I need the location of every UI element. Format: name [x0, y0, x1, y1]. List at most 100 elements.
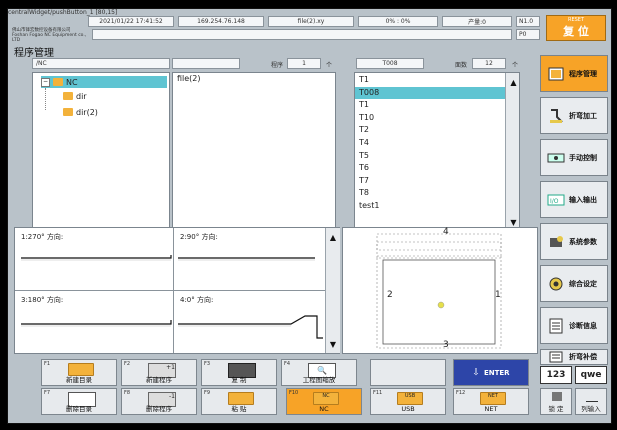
- sidebar-item-io[interactable]: I/O 输入输出: [540, 181, 608, 218]
- alpha-keyboard-button[interactable]: qwe: [575, 366, 607, 384]
- io-icon: I/O: [546, 191, 566, 209]
- blank-key[interactable]: [370, 359, 446, 386]
- f12-net-button[interactable]: F12 NET NET: [453, 388, 529, 415]
- tool-list-scrollbar[interactable]: ▲ ▼: [505, 73, 519, 231]
- enter-icon: ⇩: [472, 367, 480, 378]
- fkey-caption: 删除程序: [146, 405, 172, 413]
- side-label-left: 2: [387, 290, 393, 300]
- f10-nc-button[interactable]: F10 NC NC: [286, 388, 362, 415]
- sidebar-item-label: 折弯补偿: [569, 353, 597, 361]
- bend-profile-graphics: [21, 255, 323, 339]
- part-drawing: [376, 233, 502, 349]
- fkey-label: F3: [204, 361, 211, 367]
- tree-node-label: dir(2): [76, 107, 98, 117]
- page-title: 程序管理: [14, 48, 54, 59]
- scroll-up-icon[interactable]: ▲: [326, 230, 340, 244]
- lock-button[interactable]: 锁 定: [540, 388, 572, 415]
- program-count-field: 1: [287, 58, 321, 69]
- yield-field: 产量:0: [442, 16, 512, 27]
- sidebar-item-label: 诊断信息: [569, 321, 597, 330]
- tool-list-item[interactable]: T8: [355, 187, 505, 200]
- column-input-label: 列输入: [581, 405, 601, 413]
- program-icon: [546, 65, 566, 83]
- sidebar-item-diagnosis[interactable]: 诊断信息: [540, 307, 608, 344]
- fkey-caption: 新建程序: [146, 376, 172, 384]
- tree-node-label: NC: [66, 77, 78, 87]
- compensation-icon: [546, 348, 566, 366]
- f4-zoom-drawing-button[interactable]: F4 🔍 工程图缩放: [281, 359, 357, 386]
- sidebar-item-bend[interactable]: 折弯加工: [540, 97, 608, 134]
- settings-icon: [546, 275, 566, 293]
- sidebar-item-system[interactable]: 系统参数: [540, 223, 608, 260]
- tree-node-dir2[interactable]: dir(2): [63, 106, 98, 118]
- progress-field: 0% : 0%: [358, 16, 438, 27]
- tree-node-root[interactable]: − NC: [41, 76, 167, 88]
- tool-list-item[interactable]: T5: [355, 150, 505, 163]
- message-bar: [92, 29, 512, 40]
- sidebar-item-label: 输入输出: [569, 195, 597, 204]
- tool-list-item[interactable]: T2: [355, 124, 505, 137]
- sidebar-item-program[interactable]: 程序管理: [540, 55, 608, 92]
- lock-icon: [552, 392, 562, 401]
- enter-label: ENTER: [483, 368, 510, 377]
- column-input-button[interactable]: 列输入: [575, 388, 607, 415]
- tool-list-item[interactable]: T1: [355, 99, 505, 112]
- bend-icon: [546, 107, 566, 125]
- company-name: 佛山市锋宏数控设备有限公司 Foshan Fogao NC Equipment …: [12, 28, 92, 43]
- drawing-preview: 4 2 1 3: [342, 227, 538, 354]
- tool-list-item[interactable]: test1: [355, 200, 505, 213]
- usb-folder-icon: USB: [397, 392, 423, 405]
- f8-delete-program-button[interactable]: F8 -1 删除程序: [121, 388, 197, 415]
- f2-new-program-button[interactable]: F2 +1 新建程序: [121, 359, 197, 386]
- fkey-caption: 粘 贴: [231, 405, 247, 413]
- tool-list-item[interactable]: T4: [355, 137, 505, 150]
- tool-list-item[interactable]: T6: [355, 162, 505, 175]
- sidebar-item-settings[interactable]: 综合设定: [540, 265, 608, 302]
- bend-direction-panel: 1:270° 方向: 2:90° 方向: 3:180° 方向: 4:0° 方向:…: [14, 227, 340, 354]
- enter-button[interactable]: ⇩ ENTER: [453, 359, 529, 386]
- fkey-label: F8: [124, 390, 131, 396]
- tool-list-item[interactable]: T10: [355, 112, 505, 125]
- diagnosis-icon: [546, 317, 566, 335]
- tree-node-dir[interactable]: dir: [63, 90, 87, 102]
- file-field: file(2).xy: [268, 16, 354, 27]
- scroll-down-icon[interactable]: ▼: [326, 337, 340, 351]
- path-field[interactable]: /NC: [32, 58, 170, 69]
- f1-new-directory-button[interactable]: F1 新建目录: [41, 359, 117, 386]
- face-count-label: 面数: [455, 62, 468, 69]
- path-extra-field[interactable]: [172, 58, 240, 69]
- reset-label: 复 位: [563, 25, 589, 38]
- tool-field[interactable]: T008: [356, 58, 424, 69]
- fkey-caption: NET: [484, 405, 498, 413]
- fkey-label: F4: [284, 361, 291, 367]
- sidebar-item-label: 综合设定: [569, 279, 597, 288]
- sidebar-item-compensation[interactable]: 折弯补偿: [540, 349, 608, 365]
- tool-list[interactable]: T1 T008 T1 T10 T2 T4 T5 T6 T7 T8 test1 ▲ ▼: [354, 72, 520, 232]
- tree-node-label: dir: [76, 91, 87, 101]
- folder-icon: [63, 108, 73, 116]
- bend-panel-scrollbar[interactable]: ▲ ▼: [325, 228, 340, 353]
- f3-copy-button[interactable]: F3 复 制: [201, 359, 277, 386]
- directory-tree[interactable]: − NC dir dir(2): [32, 72, 170, 232]
- scroll-up-icon[interactable]: ▲: [506, 75, 519, 89]
- p-field: P0: [516, 29, 540, 40]
- file-list[interactable]: file(2): [172, 72, 336, 232]
- tool-list-items: T1 T008 T1 T10 T2 T4 T5 T6 T7 T8 test1: [355, 74, 505, 213]
- tool-list-item[interactable]: T1: [355, 74, 505, 87]
- side-label-bottom: 3: [443, 340, 449, 350]
- side-label-top: 4: [443, 227, 449, 237]
- numeric-keyboard-button[interactable]: 123: [540, 366, 572, 384]
- net-folder-icon: NET: [480, 392, 506, 405]
- reset-button[interactable]: RESET 复 位: [546, 15, 606, 41]
- collapse-icon[interactable]: −: [41, 77, 50, 87]
- fkey-label: F9: [204, 390, 211, 396]
- system-icon: [546, 233, 566, 251]
- f7-delete-directory-button[interactable]: F7 删除目录: [41, 388, 117, 415]
- sidebar-item-manual[interactable]: 手动控制: [540, 139, 608, 176]
- f9-paste-button[interactable]: F9 粘 贴: [201, 388, 277, 415]
- file-list-item[interactable]: file(2): [173, 73, 335, 86]
- program-count-unit: 个: [326, 62, 333, 69]
- tool-list-item[interactable]: T7: [355, 175, 505, 188]
- f11-usb-button[interactable]: F11 USB USB: [370, 388, 446, 415]
- tool-list-item[interactable]: T008: [355, 86, 505, 100]
